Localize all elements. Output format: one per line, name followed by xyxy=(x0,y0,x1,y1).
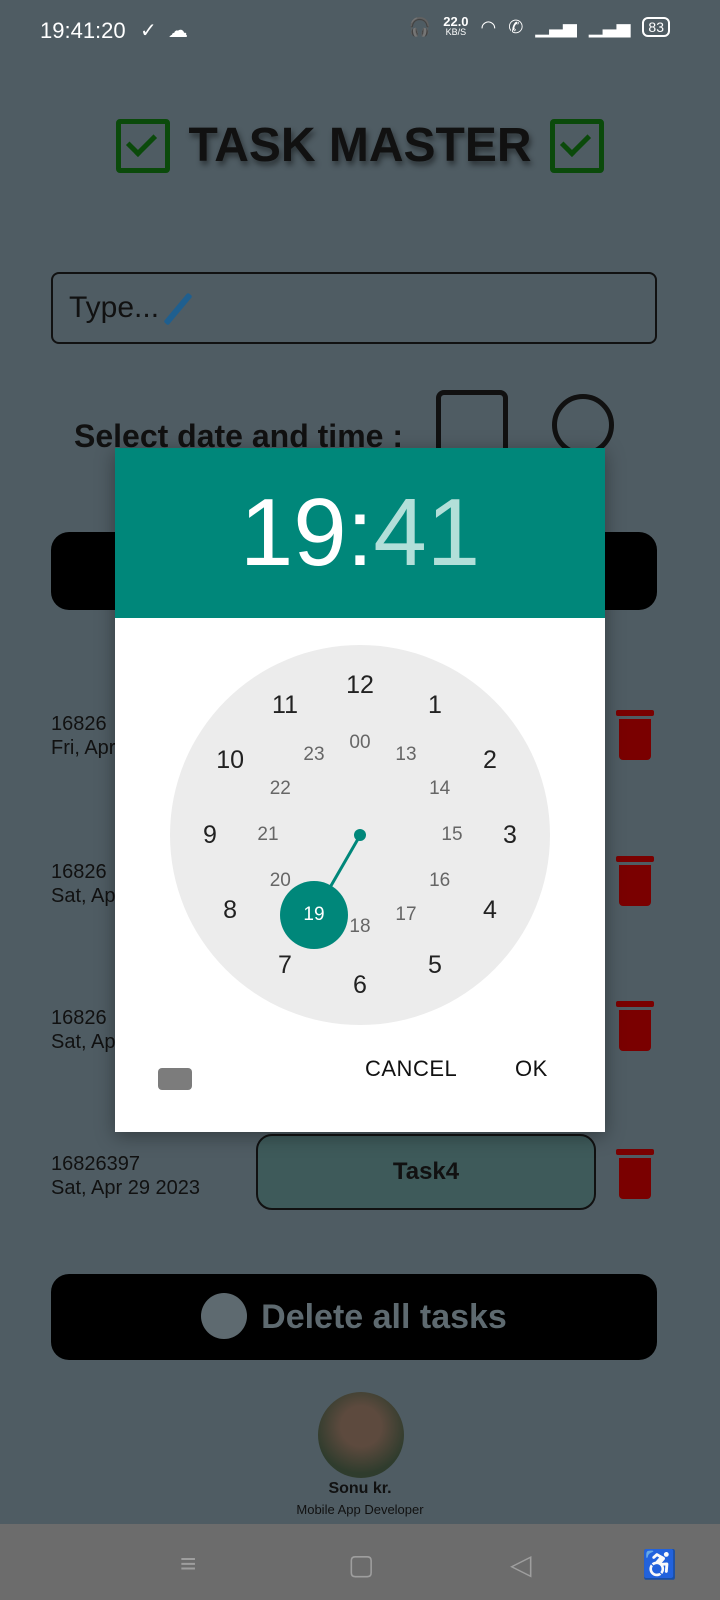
hour-option-11[interactable]: 11 xyxy=(263,690,307,720)
hour-option-00[interactable]: 00 xyxy=(338,728,382,758)
ok-button[interactable]: OK xyxy=(515,1056,548,1082)
hour-option-6[interactable]: 6 xyxy=(338,970,382,1000)
task-date: Sat, Apr 29 2023 xyxy=(51,1177,201,1199)
network-speed: 22.0 KB/S xyxy=(443,14,469,38)
trash-icon[interactable] xyxy=(616,1001,654,1051)
task-input[interactable]: Type... xyxy=(51,272,657,344)
checkbox-icon xyxy=(550,118,604,173)
dial-center xyxy=(354,829,366,841)
hour-option-8[interactable]: 8 xyxy=(208,895,252,925)
signal-icon: ▁▃▅ xyxy=(535,16,577,37)
hour-option-16[interactable]: 16 xyxy=(418,866,462,896)
hour-option-22[interactable]: 22 xyxy=(258,774,302,804)
hour-option-19[interactable]: 19 xyxy=(292,900,336,930)
minute-display[interactable]: 41 xyxy=(373,479,480,586)
time-display: 19:41 xyxy=(115,448,605,618)
task-date: Sat, Ap xyxy=(51,1031,116,1053)
hour-option-1[interactable]: 1 xyxy=(413,690,457,720)
hour-option-23[interactable]: 23 xyxy=(292,740,336,770)
headphones-icon: 🎧 xyxy=(408,16,432,37)
trash-icon[interactable] xyxy=(616,856,654,906)
task-id: 16826 xyxy=(51,1007,107,1029)
accessibility-icon[interactable]: ♿ xyxy=(642,1548,677,1581)
hour-option-10[interactable]: 10 xyxy=(208,745,252,775)
trash-icon[interactable] xyxy=(616,1149,654,1199)
time-separator: : xyxy=(346,479,374,586)
network-speed-value: 22.0 xyxy=(443,14,469,29)
trash-circle-icon xyxy=(201,1293,248,1340)
status-time: 19:41:20 xyxy=(40,18,126,43)
developer-role: Mobile App Developer xyxy=(296,1502,424,1517)
back-icon[interactable]: ◁ xyxy=(510,1548,532,1581)
calendar-icon[interactable] xyxy=(436,390,508,456)
keyboard-icon[interactable] xyxy=(158,1068,192,1090)
task-meta: 16826 Sat, Ap xyxy=(51,860,116,908)
developer-name: Sonu kr. xyxy=(328,1480,392,1497)
hour-option-17[interactable]: 17 xyxy=(384,900,428,930)
hour-option-13[interactable]: 13 xyxy=(384,740,428,770)
checkbox-icon xyxy=(115,118,170,173)
hour-option-5[interactable]: 5 xyxy=(413,950,457,980)
wifi-icon: ◠ xyxy=(480,16,497,37)
task-input-placeholder: Type... xyxy=(69,291,160,324)
delete-all-label: Delete all tasks xyxy=(261,1298,507,1336)
clock-dial[interactable]: 12 1 2 3 4 5 6 7 8 9 10 11 00 13 14 15 16 17 18 19 20 21 22 23 xyxy=(170,645,550,1025)
avatar xyxy=(318,1392,404,1478)
clock-icon[interactable] xyxy=(552,394,614,456)
cloud-icon: ☁ xyxy=(168,20,188,42)
task-label[interactable]: Task4 xyxy=(256,1134,596,1210)
home-icon[interactable]: ▢ xyxy=(348,1548,374,1581)
menu-icon[interactable]: ≡ xyxy=(180,1548,196,1580)
time-picker-dialog: 19:41 12 1 2 3 4 5 6 7 8 9 10 11 00 13 14 15 16 17 18 19 20 2… xyxy=(115,448,605,1132)
hour-option-12[interactable]: 12 xyxy=(338,670,382,700)
task-id: 16826 xyxy=(51,713,107,735)
task-meta: 16826 Sat, Ap xyxy=(51,1006,116,1054)
cancel-button[interactable]: CANCEL xyxy=(365,1056,457,1082)
hour-option-3[interactable]: 3 xyxy=(488,820,532,850)
task-date: Sat, Ap xyxy=(51,885,116,907)
hour-option-20[interactable]: 20 xyxy=(258,866,302,896)
call-icon: ✆ xyxy=(508,16,524,37)
hour-option-4[interactable]: 4 xyxy=(468,895,512,925)
task-meta: 16826 Fri, Apr xyxy=(51,712,115,760)
hour-option-21[interactable]: 21 xyxy=(246,820,290,850)
delete-all-button[interactable]: Delete all tasks xyxy=(51,1274,657,1360)
hour-display[interactable]: 19 xyxy=(240,479,347,586)
network-speed-unit: KB/S xyxy=(445,27,467,37)
app-header: TASK MASTER xyxy=(0,118,720,173)
signal-icon-2: ▁▃▅ xyxy=(588,16,631,37)
task-id: 16826 xyxy=(51,861,107,883)
check-notification-icon: ✓ xyxy=(140,20,157,42)
app-title: TASK MASTER xyxy=(188,119,532,172)
navigation-bar: ≡ ▢ ◁ ♿ xyxy=(0,1524,720,1600)
trash-icon[interactable] xyxy=(616,710,654,760)
pencil-icon xyxy=(163,292,193,326)
status-bar: 19:41:20 ✓ ☁ 🎧 22.0 KB/S ◠ ✆ ▁▃▅ ▁▃▅ 83 xyxy=(0,0,720,60)
status-indicators: 🎧 22.0 KB/S ◠ ✆ ▁▃▅ ▁▃▅ 83 xyxy=(408,14,670,38)
hour-option-2[interactable]: 2 xyxy=(468,745,512,775)
hour-option-7[interactable]: 7 xyxy=(263,950,307,980)
battery-icon: 83 xyxy=(642,17,670,37)
task-id: 16826397 xyxy=(51,1153,140,1175)
hour-option-9[interactable]: 9 xyxy=(188,820,232,850)
task-date: Fri, Apr xyxy=(51,737,116,759)
hour-option-18[interactable]: 18 xyxy=(338,912,382,942)
hour-option-15[interactable]: 15 xyxy=(430,820,474,850)
task-meta: 16826397 Sat, Apr 29 2023 xyxy=(51,1152,200,1200)
hour-option-14[interactable]: 14 xyxy=(418,774,462,804)
